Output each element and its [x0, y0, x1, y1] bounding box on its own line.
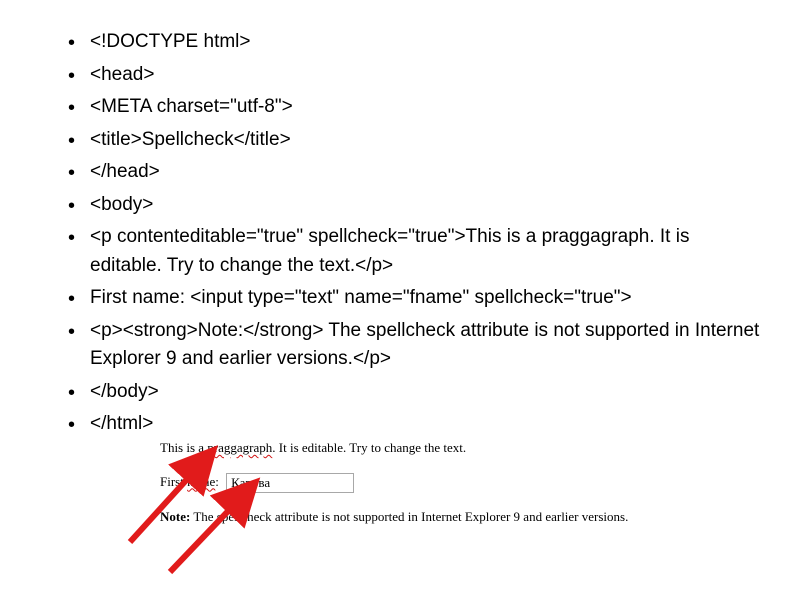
- code-text: </body>: [90, 381, 159, 402]
- code-line: <p contenteditable="true" spellcheck="tr…: [90, 223, 760, 280]
- code-line: </html>: [90, 410, 760, 439]
- code-line: <META charset="utf-8">: [90, 93, 760, 122]
- code-text: <body>: [90, 194, 153, 215]
- code-text: </html>: [90, 413, 153, 434]
- rendered-output: This is a praggagraph. It is editable. T…: [160, 438, 780, 526]
- code-text: <!DOCTYPE html>: [90, 31, 251, 52]
- code-line: First name: <input type="text" name="fna…: [90, 284, 760, 313]
- code-line: <body>: [90, 191, 760, 220]
- code-line: <head>: [90, 61, 760, 90]
- first-name-row: First name:: [160, 472, 780, 493]
- first-name-input[interactable]: [226, 473, 354, 493]
- label-text: name: [187, 474, 215, 489]
- editable-paragraph[interactable]: This is a praggagraph. It is editable. T…: [160, 438, 780, 458]
- misspelled-word: praggagraph: [207, 440, 272, 455]
- code-line: <title>Spellcheck</title>: [90, 126, 760, 155]
- note-text: The spellcheck attribute is not supporte…: [190, 509, 628, 524]
- note-paragraph: Note: The spellcheck attribute is not su…: [160, 507, 780, 527]
- code-text: </head>: [90, 161, 160, 182]
- code-text: <p contenteditable="true" spellcheck="tr…: [90, 226, 689, 276]
- code-listing: <!DOCTYPE html> <head> <META charset="ut…: [0, 0, 800, 439]
- code-line: <!DOCTYPE html>: [90, 28, 760, 57]
- code-text: <head>: [90, 64, 154, 85]
- note-strong: Note:: [160, 509, 190, 524]
- code-text: <p><strong>Note:</strong> The spellcheck…: [90, 320, 759, 370]
- label-text: First: [160, 474, 187, 489]
- first-name-label: First name:: [160, 474, 222, 489]
- code-line: </body>: [90, 378, 760, 407]
- code-line: <p><strong>Note:</strong> The spellcheck…: [90, 317, 760, 374]
- paragraph-text: . It is editable. Try to change the text…: [272, 440, 466, 455]
- code-text: First name: <input type="text" name="fna…: [90, 287, 632, 308]
- label-text: :: [215, 474, 222, 489]
- paragraph-text: This is a: [160, 440, 207, 455]
- code-text: <META charset="utf-8">: [90, 96, 293, 117]
- code-text: <title>Spellcheck</title>: [90, 129, 291, 150]
- code-line: </head>: [90, 158, 760, 187]
